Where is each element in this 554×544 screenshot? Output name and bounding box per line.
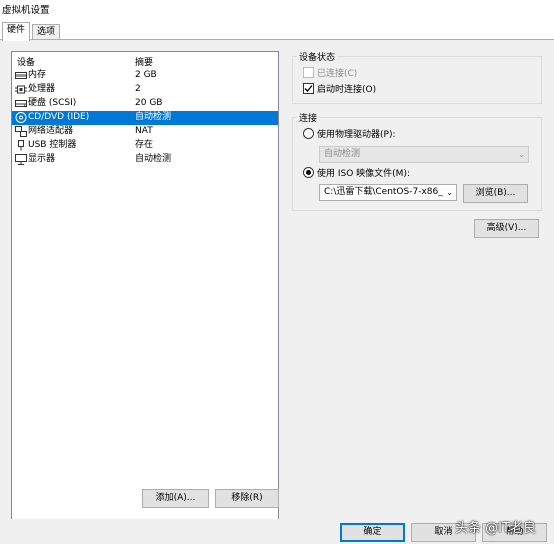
device-summary: 自动检测 bbox=[135, 154, 172, 164]
physical-drive-select[interactable]: 自动检测 ⌄ bbox=[319, 146, 529, 163]
checkmark-icon bbox=[304, 85, 313, 92]
cpu-icon bbox=[15, 85, 27, 94]
device-row-cddvd[interactable]: CD/DVD (IDE) 自动检测 bbox=[12, 111, 278, 125]
chevron-down-icon: ⌄ bbox=[446, 188, 453, 197]
tab-hardware[interactable]: 硬件 bbox=[2, 22, 31, 41]
network-icon bbox=[15, 126, 27, 137]
device-row-memory[interactable]: 内存 2 GB bbox=[12, 69, 278, 83]
physical-drive-radio[interactable] bbox=[303, 128, 314, 139]
connection-group: 连接 使用物理驱动器(P): 自动检测 ⌄ 使用 ISO 映像文件(M): C:… bbox=[292, 111, 542, 211]
title-bar: 虚拟机设置 bbox=[0, 0, 554, 22]
chevron-down-icon: ⌄ bbox=[518, 150, 525, 159]
device-name: 显示器 bbox=[28, 154, 56, 164]
connection-title: 连接 bbox=[297, 111, 320, 124]
device-row-cpu[interactable]: 处理器 2 bbox=[12, 83, 278, 97]
radio-dot bbox=[306, 170, 311, 175]
iso-path-value: C:\迅雷下载\CentOS-7-x86_ bbox=[324, 187, 443, 197]
header-device: 设备 bbox=[17, 58, 36, 68]
connected-checkbox[interactable] bbox=[303, 67, 314, 78]
physical-drive-label: 使用物理驱动器(P): bbox=[317, 130, 396, 140]
device-summary: 2 bbox=[135, 84, 141, 94]
device-row-usb[interactable]: USB 控制器 存在 bbox=[12, 139, 278, 153]
physical-drive-value: 自动检测 bbox=[324, 149, 361, 159]
device-name: 网络适配器 bbox=[28, 126, 74, 136]
device-name: 处理器 bbox=[28, 84, 56, 94]
iso-image-label: 使用 ISO 映像文件(M): bbox=[317, 169, 410, 179]
connected-label: 已连接(C) bbox=[317, 69, 358, 79]
hardware-panel: 设备 摘要 内存 2 GB 处理器 2 硬盘 (SCSI) 20 GB CD/D… bbox=[0, 39, 554, 524]
add-device-button[interactable]: 添加(A)... bbox=[142, 489, 209, 508]
connect-at-power-on-checkbox[interactable] bbox=[303, 83, 314, 94]
monitor-icon bbox=[15, 154, 27, 165]
ok-button[interactable]: 确定 bbox=[340, 523, 405, 542]
device-row-display[interactable]: 显示器 自动检测 bbox=[12, 153, 278, 167]
browse-button[interactable]: 浏览(B)... bbox=[463, 184, 528, 203]
advanced-button[interactable]: 高级(V)... bbox=[474, 219, 539, 238]
device-status-title: 设备状态 bbox=[297, 50, 338, 63]
device-row-harddisk[interactable]: 硬盘 (SCSI) 20 GB bbox=[12, 97, 278, 111]
device-summary: 自动检测 bbox=[135, 112, 172, 122]
harddisk-icon bbox=[15, 100, 27, 107]
watermark: 头条 @IT老良 bbox=[455, 521, 536, 536]
device-row-network[interactable]: 网络适配器 NAT bbox=[12, 125, 278, 139]
cd-icon bbox=[15, 112, 27, 123]
device-list[interactable]: 设备 摘要 内存 2 GB 处理器 2 硬盘 (SCSI) 20 GB CD/D… bbox=[11, 51, 279, 524]
iso-image-radio[interactable] bbox=[303, 167, 314, 178]
device-status-group: 设备状态 已连接(C) 启动时连接(O) bbox=[292, 50, 542, 104]
device-name: 内存 bbox=[28, 70, 47, 80]
device-name: 硬盘 (SCSI) bbox=[28, 98, 77, 108]
memory-icon bbox=[15, 72, 27, 79]
device-name: USB 控制器 bbox=[28, 140, 77, 150]
remove-device-button[interactable]: 移除(R) bbox=[215, 489, 279, 508]
tab-options[interactable]: 选项 bbox=[32, 24, 61, 40]
device-name: CD/DVD (IDE) bbox=[28, 112, 90, 122]
device-summary: 2 GB bbox=[135, 70, 157, 80]
tab-strip: 硬件 选项 bbox=[0, 22, 554, 41]
connect-at-power-on-label: 启动时连接(O) bbox=[317, 85, 377, 95]
window-title: 虚拟机设置 bbox=[2, 5, 50, 16]
iso-path-combobox[interactable]: C:\迅雷下载\CentOS-7-x86_ ⌄ bbox=[319, 184, 457, 201]
device-summary: 存在 bbox=[135, 140, 154, 150]
device-list-header: 设备 摘要 bbox=[12, 52, 278, 68]
device-summary: 20 GB bbox=[135, 98, 163, 108]
header-summary: 摘要 bbox=[135, 58, 154, 68]
usb-icon bbox=[18, 140, 24, 151]
device-summary: NAT bbox=[135, 126, 153, 136]
